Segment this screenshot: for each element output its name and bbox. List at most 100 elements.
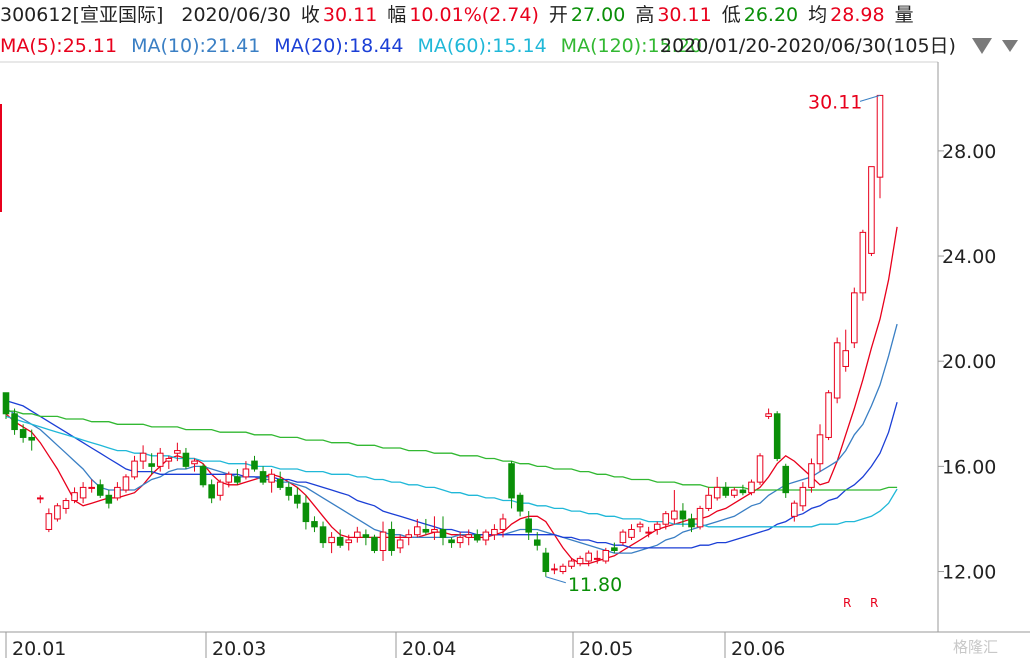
candle-body-81 <box>696 507 704 528</box>
candle-body-38 <box>328 536 335 544</box>
candle-body-92 <box>791 502 798 517</box>
candle-body-29 <box>251 460 258 470</box>
x-tick-label-3: 20.05 <box>579 638 633 660</box>
candle-body-2 <box>19 429 27 438</box>
r-marker-0: R <box>843 596 851 610</box>
ma-line-2 <box>5 399 898 549</box>
candle-body-64 <box>551 568 558 571</box>
low-label: 11.80 <box>568 574 622 596</box>
low-pointer <box>545 576 566 584</box>
row1-8: 高 <box>635 4 655 26</box>
candle-body-21 <box>182 452 190 467</box>
candle-body-9 <box>79 486 87 499</box>
candle-body-26 <box>225 473 233 483</box>
candle-body-62 <box>533 539 541 546</box>
candle-body-7 <box>62 500 70 509</box>
date-range-label[interactable]: 2020/01/20-2020/06/30(105日) <box>660 33 956 59</box>
candle-body-60 <box>516 494 524 512</box>
candle-body-98 <box>842 350 850 367</box>
candle-body-25 <box>216 481 224 496</box>
row2-0: MA(5):25.11 <box>0 35 118 57</box>
candle-body-53 <box>456 536 464 544</box>
candle-body-11 <box>96 484 104 496</box>
candle-body-77 <box>662 513 670 525</box>
candle-body-17 <box>148 463 155 467</box>
candle-body-35 <box>302 502 310 523</box>
candle-body-75 <box>645 531 652 534</box>
row1-0: 300612[宣亚国际] <box>0 4 164 26</box>
y-tick-label-1: 16.00 <box>942 456 996 478</box>
candle-body-32 <box>276 479 284 488</box>
candle-body-88 <box>756 455 764 483</box>
candle-body-24 <box>208 484 215 499</box>
row1-6: 开 <box>548 4 568 26</box>
row2-2: MA(20):18.44 <box>274 35 404 57</box>
row1-7: 27.00 <box>570 4 626 26</box>
candle-body-1 <box>11 413 18 431</box>
candle-body-89 <box>765 413 772 417</box>
candle-body-31 <box>268 473 275 483</box>
candle-body-39 <box>336 536 344 546</box>
high-label: 30.11 <box>808 91 862 113</box>
y-tick-label-2: 20.00 <box>942 351 996 373</box>
candle-body-13 <box>114 486 121 499</box>
row2-3: MA(60):15.14 <box>417 35 547 57</box>
candle-body-27 <box>234 476 241 483</box>
row1-10: 低 <box>721 4 741 26</box>
candle-body-82 <box>705 494 712 509</box>
candle-body-23 <box>199 465 207 486</box>
ma-line-0 <box>5 226 898 565</box>
row1-2: 收 <box>300 4 320 26</box>
candle-body-97 <box>833 342 841 399</box>
candle-body-30 <box>259 471 267 483</box>
candle-body-33 <box>285 486 293 496</box>
row1-11: 26.20 <box>743 4 799 26</box>
candle-body-69 <box>593 557 601 560</box>
candle-body-15 <box>131 460 138 478</box>
row1-9: 30.11 <box>657 4 712 26</box>
candle-body-74 <box>636 523 644 528</box>
moving-average-legend: MA(5):25.11 MA(10):21.41 MA(20):18.44 MA(60… <box>0 33 716 59</box>
candle-body-19 <box>165 457 173 462</box>
candle-body-101 <box>868 166 875 254</box>
row1-14: 量 <box>894 4 914 26</box>
candle-body-16 <box>139 452 147 462</box>
candle-body-76 <box>653 523 661 530</box>
candle-body-20 <box>174 450 181 454</box>
candle-body-8 <box>71 492 78 502</box>
candle-body-45 <box>388 528 395 551</box>
candle-body-71 <box>611 547 618 551</box>
row2-1: MA(10):21.41 <box>131 35 261 57</box>
candle-body-49 <box>422 528 430 533</box>
watermark-logo: 格隆汇 <box>953 638 999 656</box>
candle-body-85 <box>731 489 738 496</box>
candle-body-51 <box>439 528 447 538</box>
candle-body-72 <box>619 531 627 544</box>
candle-body-102 <box>876 94 884 178</box>
candle-body-86 <box>739 489 747 494</box>
candle-body-70 <box>602 549 610 562</box>
candle-body-6 <box>54 505 61 520</box>
candle-body-61 <box>525 518 532 533</box>
candle-body-40 <box>345 539 353 544</box>
candle-body-91 <box>782 465 790 494</box>
candle-body-93 <box>799 486 807 507</box>
candle-body-84 <box>722 486 730 496</box>
candle-body-80 <box>688 518 695 528</box>
candle-body-5 <box>45 513 53 530</box>
range-dropdown-icon[interactable] <box>972 38 992 54</box>
quote-summary-row: 300612[宣亚国际] 2020/06/30 收 30.11 幅 10.01%(2.74… <box>0 2 914 28</box>
candle-body-10 <box>88 486 95 489</box>
candle-body-99 <box>851 292 858 344</box>
collapse-icon[interactable] <box>1002 40 1018 52</box>
candle-body-58 <box>499 518 507 530</box>
candle-body-42 <box>362 534 370 538</box>
candle-body-73 <box>628 528 635 538</box>
x-tick-label-4: 20.06 <box>731 638 785 660</box>
x-tick-label-0: 20.01 <box>12 638 66 660</box>
row1-12: 均 <box>808 4 828 26</box>
candle-body-3 <box>28 436 35 441</box>
left-edge-marker <box>0 104 2 212</box>
candle-body-36 <box>311 521 318 528</box>
candle-body-43 <box>371 536 378 551</box>
